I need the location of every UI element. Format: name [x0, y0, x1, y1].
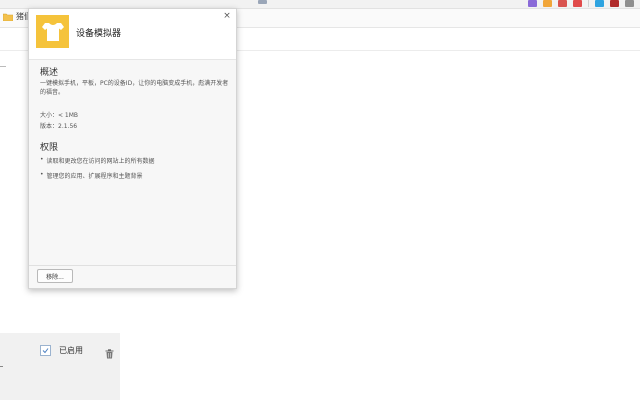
toolbar-separator — [588, 0, 589, 7]
page-edge-mark — [0, 366, 3, 367]
extension-toolbar-icons — [528, 0, 634, 7]
permissions-title: 权限 — [40, 143, 59, 153]
extension-toolbar-icon[interactable] — [625, 0, 634, 7]
permission-item: • 读取和更改您在访问的网站上的所有数据 — [40, 156, 155, 165]
extension-toolbar-icon[interactable] — [558, 0, 567, 7]
extension-toolbar-icon[interactable] — [543, 0, 552, 7]
extension-toolbar-icon[interactable] — [528, 0, 537, 7]
close-icon[interactable]: × — [222, 11, 232, 21]
popup-footer: 移除... — [29, 266, 236, 288]
extension-card — [0, 333, 120, 400]
remove-button[interactable]: 移除... — [37, 269, 73, 283]
enabled-checkbox[interactable] — [40, 345, 51, 356]
extension-toolbar-icon[interactable] — [610, 0, 619, 7]
extension-info-popup: 设备模拟器 × 概述 一键模拟手机，平板，PC的设备ID，让你的电脑变成手机，彪… — [28, 8, 237, 289]
overview-description: 一键模拟手机，平板，PC的设备ID，让你的电脑变成手机，彪满开发者的福音。 — [40, 80, 229, 96]
tab-icon[interactable] — [258, 0, 267, 4]
extension-toolbar-icon[interactable] — [595, 0, 604, 7]
popup-body: 概述 一键模拟手机，平板，PC的设备ID，让你的电脑变成手机，彪满开发者的福音。… — [29, 60, 236, 265]
bullet: • — [40, 171, 44, 178]
extension-name: 设备模拟器 — [76, 29, 122, 39]
version-info: 版本：2.1.56 — [40, 123, 78, 130]
popup-header: 设备模拟器 × — [29, 9, 236, 59]
extension-toolbar-icon[interactable] — [573, 0, 582, 7]
bullet: • — [40, 156, 44, 163]
permission-text: 管理您的应用、扩展程序和主题背景 — [46, 173, 143, 180]
size-info: 大小：< 1MB — [40, 112, 79, 119]
overview-title: 概述 — [40, 68, 59, 78]
page-edge-mark — [0, 66, 6, 67]
tshirt-icon — [36, 15, 69, 48]
folder-icon — [3, 13, 13, 21]
enabled-label: 已启用 — [59, 346, 83, 355]
trash-icon[interactable] — [105, 344, 114, 359]
permission-text: 读取和更改您在访问的网站上的所有数据 — [46, 158, 155, 165]
permission-item: • 管理您的应用、扩展程序和主题背景 — [40, 171, 143, 180]
enabled-toggle[interactable]: 已启用 — [40, 345, 83, 356]
